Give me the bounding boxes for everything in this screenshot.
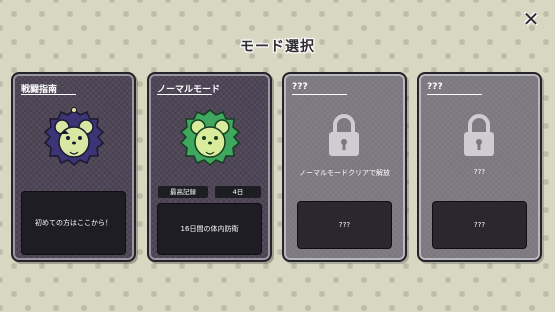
mode-card-normal[interactable]: ノーマルモード 最高記録 4日 16日間の体内防衛 — [147, 72, 272, 262]
description-box: 初めての方はここから！ — [22, 192, 125, 254]
description-text: 16日間の体内防衛 — [180, 225, 239, 233]
description-box: ??? — [433, 202, 526, 248]
mode-card-locked-2[interactable]: ??? ??? ??? — [417, 72, 542, 262]
lock-icon — [329, 114, 359, 156]
title-underline — [427, 94, 482, 95]
purple-hedgehog-mouse-icon — [43, 107, 105, 166]
title-underline — [292, 94, 347, 95]
best-record-value: 4日 — [215, 186, 261, 198]
description-box: ??? — [298, 202, 391, 248]
unlock-condition: ノーマルモードクリアで解放 — [299, 169, 390, 177]
title-underline — [21, 94, 76, 95]
mode-card-locked-1[interactable]: ??? ノーマルモードクリアで解放 ??? — [282, 72, 407, 262]
unlock-condition: ??? — [473, 168, 486, 176]
mode-card-tutorial[interactable]: 戦闘指南 初めての方はここから！ — [11, 72, 136, 262]
card-title: ??? — [427, 82, 443, 92]
best-record-label: 最高記録 — [158, 186, 208, 198]
description-text: ??? — [473, 221, 486, 229]
description-text: 初めての方はここから！ — [35, 219, 112, 227]
card-title: ??? — [292, 82, 308, 92]
description-box: 16日間の体内防衛 — [158, 204, 261, 254]
description-text: ??? — [338, 221, 351, 229]
title-underline — [157, 94, 212, 95]
green-hedgehog-mouse-icon — [179, 109, 241, 166]
lock-icon — [464, 114, 494, 156]
page-title: モード選択 — [240, 39, 315, 55]
close-icon[interactable]: ✕ — [520, 8, 542, 30]
